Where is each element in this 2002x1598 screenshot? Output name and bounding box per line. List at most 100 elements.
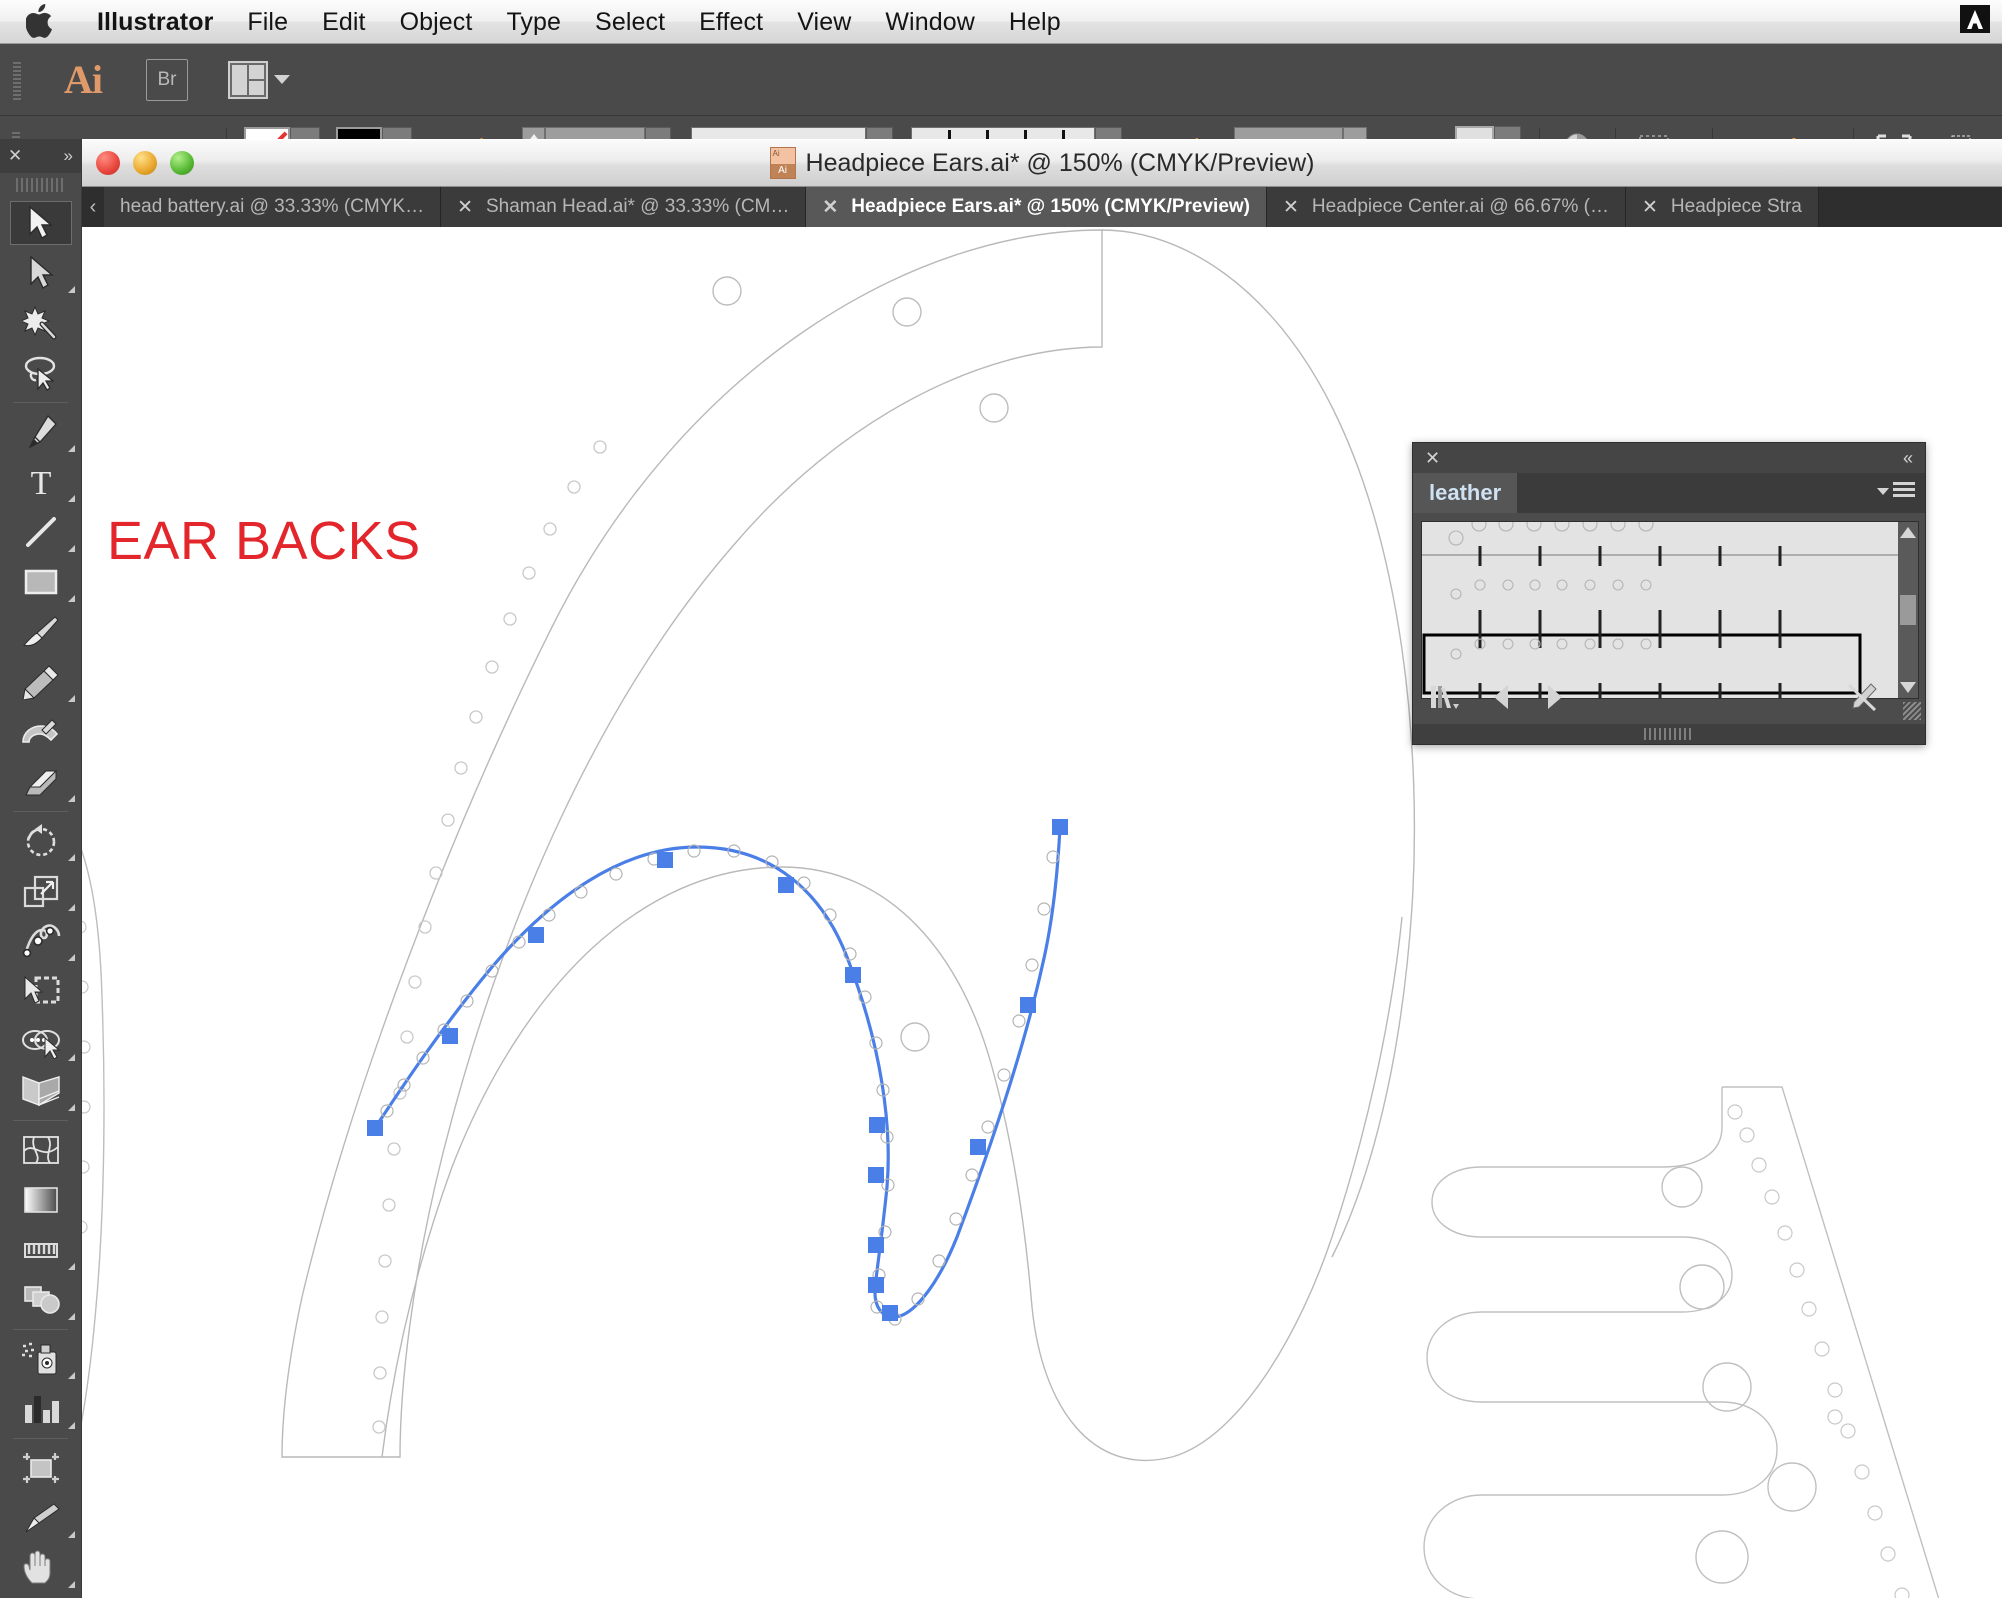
- tab-leather[interactable]: leather: [1413, 473, 1517, 513]
- mesh-tool[interactable]: [0, 1125, 82, 1175]
- lasso-tool[interactable]: [0, 348, 82, 398]
- chevron-left-icon[interactable]: ‹: [82, 187, 104, 227]
- perspective-grid-tool[interactable]: [0, 1066, 82, 1116]
- resize-grip-icon[interactable]: [1903, 702, 1921, 720]
- scrollbar-thumb[interactable]: [1900, 595, 1916, 625]
- remove-brush-icon[interactable]: [1845, 681, 1879, 718]
- magic-wand-tool[interactable]: [0, 298, 82, 348]
- document-tab-bar: ‹ head battery.ai @ 33.33% (CMYK… ✕ Sham…: [82, 187, 2002, 227]
- document-canvas[interactable]: EAR BACKS: [82, 227, 2002, 1598]
- close-icon[interactable]: ✕: [8, 146, 22, 166]
- eraser-tool[interactable]: [0, 757, 82, 807]
- tool-flyout-indicator[interactable]: [68, 695, 75, 702]
- brush-row[interactable]: [1451, 580, 1780, 630]
- brush-list[interactable]: [1422, 522, 1898, 698]
- arrange-documents-button[interactable]: [228, 61, 290, 99]
- brushes-panel[interactable]: ✕ « leather: [1412, 442, 1926, 745]
- tool-flyout-indicator[interactable]: [68, 445, 75, 452]
- rotate-tool[interactable]: [0, 816, 82, 866]
- scroll-up-icon[interactable]: [1900, 527, 1916, 538]
- brush-list-scrollbar[interactable]: [1898, 522, 1918, 698]
- zoom-tool[interactable]: [0, 1593, 82, 1598]
- panel-menu-icon[interactable]: [1877, 482, 1915, 500]
- tool-flyout-indicator[interactable]: [68, 904, 75, 911]
- double-chevron-left-icon[interactable]: «: [1903, 448, 1913, 469]
- menu-item-help[interactable]: Help: [992, 0, 1078, 44]
- line-segment-tool[interactable]: [0, 507, 82, 557]
- artboard-tool[interactable]: [0, 1443, 82, 1493]
- tool-flyout-indicator[interactable]: [68, 1104, 75, 1111]
- tool-flyout-indicator[interactable]: [68, 1313, 75, 1320]
- blob-brush-tool[interactable]: [0, 707, 82, 757]
- tool-flyout-indicator[interactable]: [68, 1531, 75, 1538]
- scale-tool[interactable]: [0, 866, 82, 916]
- anchor-points[interactable]: [367, 819, 1068, 1321]
- shape-builder-tool[interactable]: [0, 1016, 82, 1066]
- rectangle-tool[interactable]: [0, 557, 82, 607]
- tool-flyout-indicator[interactable]: [68, 1263, 75, 1270]
- menu-item-type[interactable]: Type: [489, 0, 578, 44]
- tool-flyout-indicator[interactable]: [68, 795, 75, 802]
- illustrator-window: Illustrator File Edit Object Type Select…: [0, 0, 2002, 1598]
- tab-headpiece-ears[interactable]: ✕ Headpiece Ears.ai* @ 150% (CMYK/Previe…: [806, 187, 1267, 227]
- slice-tool[interactable]: [0, 1493, 82, 1543]
- menu-item-object[interactable]: Object: [383, 0, 490, 44]
- panel-header: ✕ «: [1413, 443, 1925, 473]
- tab-headpiece-center[interactable]: ✕ Headpiece Center.ai @ 66.67% (…: [1267, 187, 1626, 227]
- tab-head-battery[interactable]: head battery.ai @ 33.33% (CMYK…: [104, 187, 441, 227]
- panel-gripper[interactable]: [1413, 724, 1925, 744]
- tab-shaman-head[interactable]: ✕ Shaman Head.ai* @ 33.33% (CM…: [441, 187, 806, 227]
- tool-flyout-indicator[interactable]: [68, 595, 75, 602]
- close-icon[interactable]: ✕: [1425, 448, 1440, 469]
- menu-item-edit[interactable]: Edit: [305, 0, 382, 44]
- menu-item-view[interactable]: View: [780, 0, 868, 44]
- tool-flyout-indicator[interactable]: [68, 286, 75, 293]
- eyedropper-tool[interactable]: [0, 1225, 82, 1275]
- direct-selection-tool[interactable]: [0, 248, 82, 298]
- close-icon[interactable]: ✕: [457, 196, 473, 219]
- type-tool[interactable]: T: [0, 457, 82, 507]
- brush-libraries-menu-icon[interactable]: [1429, 682, 1463, 717]
- free-transform-tool[interactable]: [0, 966, 82, 1016]
- tools-panel-gripper[interactable]: [16, 176, 66, 194]
- menu-item-effect[interactable]: Effect: [682, 0, 780, 44]
- tab-label: Shaman Head.ai* @ 33.33% (CM…: [486, 196, 789, 218]
- close-icon[interactable]: ✕: [1642, 196, 1658, 219]
- chevron-down-icon: [274, 75, 290, 84]
- paintbrush-tool[interactable]: [0, 607, 82, 657]
- gradient-tool[interactable]: [0, 1175, 82, 1225]
- tab-headpiece-strap[interactable]: ✕ Headpiece Stra: [1626, 187, 1819, 227]
- tool-flyout-indicator[interactable]: [68, 545, 75, 552]
- double-chevron-right-icon[interactable]: »: [64, 146, 73, 166]
- tool-flyout-indicator[interactable]: [68, 854, 75, 861]
- blend-tool[interactable]: [0, 1275, 82, 1325]
- go-to-bridge-button[interactable]: Br: [146, 59, 188, 101]
- hand-tool[interactable]: [0, 1543, 82, 1593]
- selection-tool[interactable]: [0, 198, 82, 248]
- pen-tool[interactable]: [0, 407, 82, 457]
- tool-flyout-indicator[interactable]: [68, 1054, 75, 1061]
- width-tool[interactable]: [0, 916, 82, 966]
- menu-item-window[interactable]: Window: [868, 0, 992, 44]
- brush-row[interactable]: [1422, 522, 1898, 566]
- pencil-tool[interactable]: [0, 657, 82, 707]
- selected-path[interactable]: [375, 827, 1060, 1317]
- tool-flyout-indicator[interactable]: [68, 1422, 75, 1429]
- column-graph-tool[interactable]: [0, 1384, 82, 1434]
- close-icon[interactable]: ✕: [822, 196, 838, 219]
- tool-flyout-indicator[interactable]: [68, 1372, 75, 1379]
- menu-item-file[interactable]: File: [230, 0, 305, 44]
- symbol-sprayer-tool[interactable]: [0, 1334, 82, 1384]
- tool-flyout-indicator[interactable]: [68, 1581, 75, 1588]
- close-icon[interactable]: ✕: [1283, 196, 1299, 219]
- next-brush-icon[interactable]: [1541, 682, 1567, 717]
- tool-flyout-indicator[interactable]: [68, 495, 75, 502]
- previous-brush-icon[interactable]: [1489, 682, 1515, 717]
- menu-item-select[interactable]: Select: [578, 0, 682, 44]
- appbar-gripper[interactable]: [10, 60, 24, 100]
- apple-logo-icon[interactable]: [26, 4, 56, 40]
- artwork-text-label[interactable]: EAR BACKS: [107, 510, 421, 572]
- adobe-logo-icon[interactable]: [1960, 3, 1994, 40]
- tool-flyout-indicator[interactable]: [68, 954, 75, 961]
- menu-item-illustrator[interactable]: Illustrator: [80, 0, 230, 44]
